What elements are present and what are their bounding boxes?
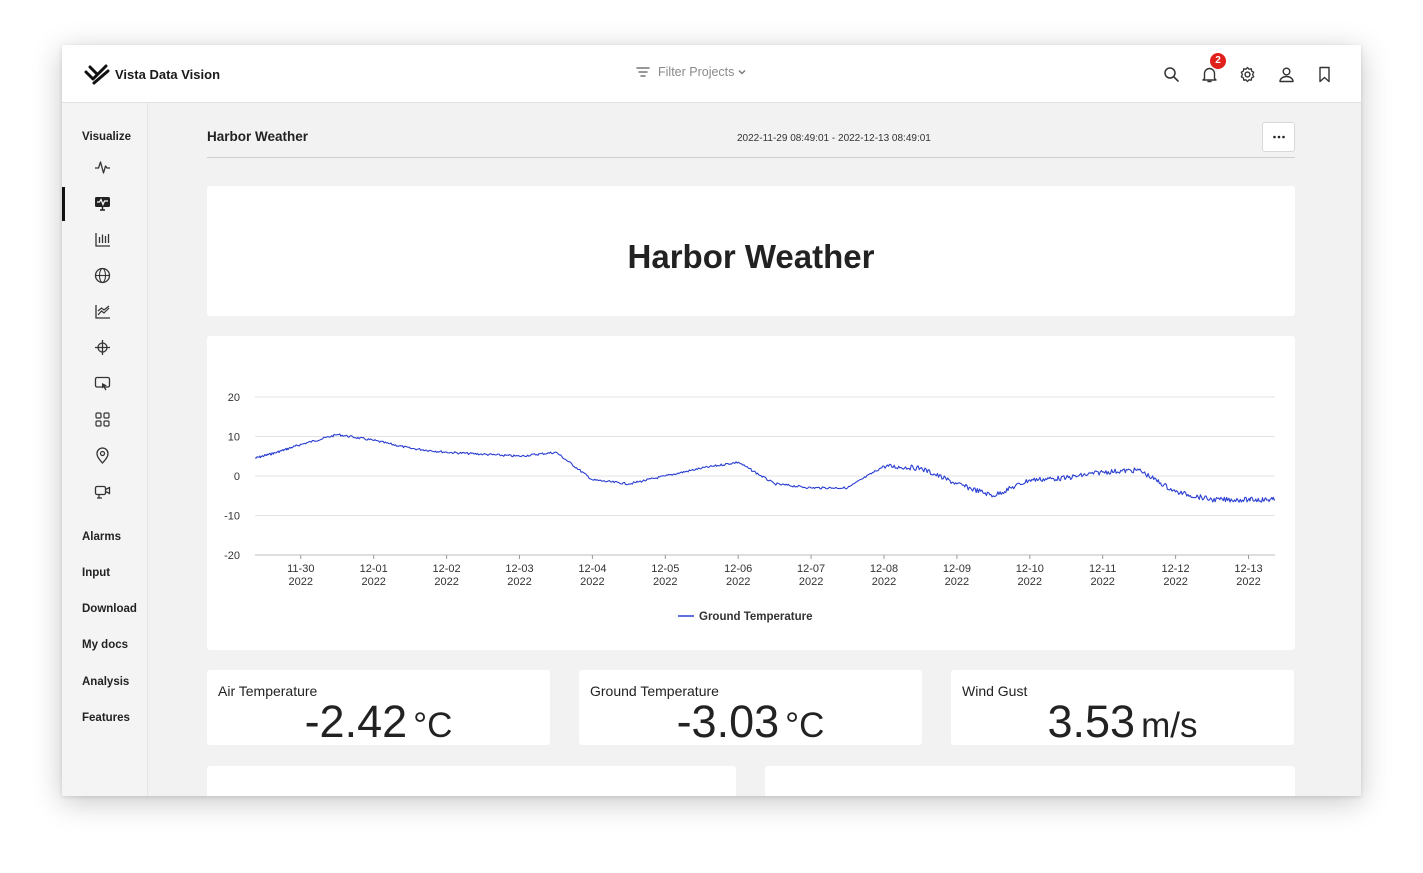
sidebar-heading-visualize: Visualize: [82, 131, 132, 143]
search-button[interactable]: [1159, 62, 1183, 86]
x-tick-label: 12-11: [1089, 563, 1116, 575]
sidebar-item-location[interactable]: [90, 443, 114, 467]
sidebar-link-analysis[interactable]: Analysis: [82, 676, 129, 688]
metric-unit: m/s: [1141, 706, 1198, 745]
x-tick-year-label: 2022: [726, 576, 750, 588]
search-icon: [1163, 66, 1179, 82]
app-window: Vista Data Vision Filter Projects 2 Visu…: [62, 45, 1361, 796]
x-tick-year-label: 2022: [1090, 576, 1114, 588]
legend-label: Ground Temperature: [699, 611, 813, 623]
y-tick-label: 20: [228, 392, 240, 404]
main-content: Harbor Weather 2022-11-29 08:49:01 - 202…: [148, 103, 1361, 796]
active-indicator: [62, 187, 65, 221]
widget-card-lower-right: [765, 766, 1295, 796]
sidebar-link-my-docs[interactable]: My docs: [82, 639, 128, 651]
metric-card-ground-temperature: Ground Temperature -3.03 °C: [579, 670, 922, 747]
sidebar-item-line-chart[interactable]: [90, 299, 114, 323]
chart-widget: 20 10 0 -10 -20 11-30 2022 12-01 2022 12-02 2022 12…: [207, 336, 1295, 650]
sidebar-link-features[interactable]: Features: [82, 712, 130, 724]
sidebar-item-globe[interactable]: [90, 263, 114, 287]
notification-badge: 2: [1210, 53, 1226, 69]
title-widget: Harbor Weather: [207, 186, 1295, 316]
notifications-button[interactable]: 2: [1197, 53, 1226, 86]
line-chart-icon: [94, 304, 110, 319]
sidebar-item-crosshair[interactable]: [90, 335, 114, 359]
y-tick-label: -10: [224, 511, 240, 523]
widget-card-lower-left: [207, 766, 736, 796]
x-tick-label: 12-02: [433, 563, 461, 575]
x-tick-label: 12-03: [505, 563, 533, 575]
user-button[interactable]: [1274, 62, 1298, 86]
metric-value: 3.53: [1047, 696, 1136, 747]
sidebar-item-camera[interactable]: [90, 479, 114, 503]
y-tick-label: 0: [234, 471, 240, 483]
x-tick-label: 12-05: [651, 563, 679, 575]
date-range: 2022-11-29 08:49:01 - 2022-12-13 08:49:0…: [737, 133, 931, 144]
bar-chart-icon: [94, 232, 110, 247]
more-horizontal-icon: [1272, 135, 1285, 139]
pulse-icon: [94, 160, 110, 174]
sidebar-item-pulse[interactable]: [90, 155, 114, 179]
y-tick-label: 10: [228, 432, 240, 444]
x-tick-label: 12-08: [870, 563, 898, 575]
header-divider: [207, 157, 1295, 158]
x-tick-year-label: 2022: [1163, 576, 1187, 588]
x-tick-label: 12-12: [1162, 563, 1190, 575]
series-line: [254, 433, 1276, 503]
x-tick-label: 12-07: [797, 563, 825, 575]
sidebar-item-monitor[interactable]: [90, 191, 114, 215]
x-tick-label: 12-09: [943, 563, 971, 575]
x-tick-year-label: 2022: [653, 576, 677, 588]
top-bar: Vista Data Vision Filter Projects 2: [62, 45, 1361, 103]
x-tick-label: 12-04: [578, 563, 606, 575]
x-tick-year-label: 2022: [1018, 576, 1042, 588]
location-pin-icon: [95, 446, 109, 464]
page-title: Harbor Weather: [207, 129, 309, 144]
x-tick-year-label: 2022: [434, 576, 458, 588]
metric-unit: °C: [413, 706, 453, 745]
metric-card-air-temperature: Air Temperature -2.42 °C: [207, 670, 550, 747]
x-tick-year-label: 2022: [289, 576, 313, 588]
metric-card-wind-gust: Wind Gust 3.53 m/s: [951, 670, 1294, 747]
x-tick-year-label: 2022: [580, 576, 604, 588]
sidebar-item-screen[interactable]: [90, 371, 114, 395]
bookmark-icon: [1318, 66, 1330, 82]
sidebar-item-bar-chart[interactable]: [90, 227, 114, 251]
x-tick-year-label: 2022: [945, 576, 969, 588]
grid-icon: [94, 411, 110, 427]
globe-icon: [94, 267, 110, 283]
sidebar-link-input[interactable]: Input: [82, 567, 110, 579]
crosshair-icon: [94, 339, 110, 355]
y-tick-label: -20: [224, 550, 240, 562]
x-tick-label: 12-10: [1016, 563, 1044, 575]
metric-value: -3.03: [676, 696, 780, 747]
bookmark-button[interactable]: [1312, 62, 1336, 86]
settings-button[interactable]: [1235, 62, 1259, 86]
screen-cursor-icon: [94, 376, 110, 390]
sidebar-item-grid[interactable]: [90, 407, 114, 431]
x-tick-label: 12-06: [724, 563, 752, 575]
x-tick-label: 11-30: [287, 563, 314, 575]
x-tick-label: 12-01: [360, 563, 388, 575]
monitor-pulse-icon: [94, 196, 110, 211]
sidebar-link-download[interactable]: Download: [82, 603, 137, 615]
x-tick-year-label: 2022: [872, 576, 896, 588]
gear-icon: [1240, 66, 1254, 82]
ground-temperature-chart: 20100-10-2011-30202212-01202212-02202212…: [224, 392, 1276, 623]
x-tick-label: 12-13: [1234, 563, 1262, 575]
user-icon: [1278, 67, 1294, 82]
x-tick-year-label: 2022: [507, 576, 531, 588]
x-tick-year-label: 2022: [361, 576, 385, 588]
dashboard-heading: Harbor Weather: [627, 238, 875, 275]
x-tick-year-label: 2022: [1236, 576, 1260, 588]
sidebar-link-alarms[interactable]: Alarms: [82, 531, 121, 543]
metric-unit: °C: [785, 706, 825, 745]
camera-icon: [94, 485, 110, 499]
metric-value: -2.42: [304, 696, 408, 747]
x-tick-year-label: 2022: [799, 576, 823, 588]
sidebar: Visualize Alarms Input Download My docs …: [62, 103, 148, 796]
more-options-button[interactable]: [1262, 122, 1295, 152]
